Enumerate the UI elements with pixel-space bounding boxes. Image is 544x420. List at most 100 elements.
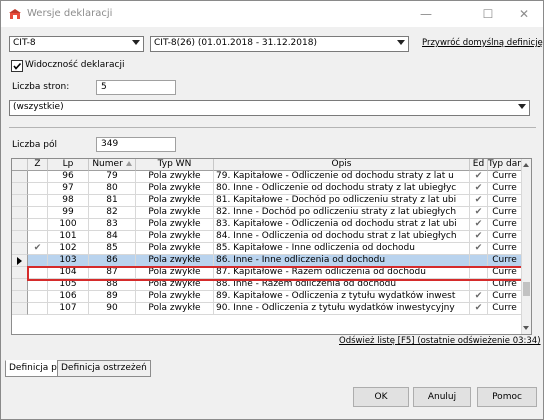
cell-numer: 83	[89, 219, 136, 231]
cell-typ-danych: Curre	[488, 231, 522, 243]
column-header-numer[interactable]: Numer	[89, 159, 136, 171]
fields-grid[interactable]: Z Lp Numer Typ WN Opis Ed Typ dan 96 79 Po…	[11, 158, 532, 335]
pages-count-value: 5	[101, 82, 107, 92]
cell-opis: 83. Kapitałowe - Odliczenia od dochodu s…	[214, 219, 470, 231]
cell-numer: 85	[89, 243, 136, 255]
cell-numer: 81	[89, 195, 136, 207]
cell-typ-wn: Pola zwykłe	[136, 291, 214, 303]
cell-typ-wn: Pola zwykłe	[136, 243, 214, 255]
column-header-numer-label: Numer	[92, 159, 123, 169]
ok-button[interactable]: OK	[353, 387, 409, 407]
row-indicator	[12, 219, 28, 231]
cell-numer: 90	[89, 303, 136, 315]
row-indicator	[12, 183, 28, 195]
selected-row-highlight	[27, 266, 525, 281]
row-indicator	[12, 303, 28, 315]
cell-ed: ✔	[470, 183, 488, 195]
cell-typ-wn: Pola zwykłe	[136, 303, 214, 315]
tab-warning-definition[interactable]: Definicja ostrzeżeń	[57, 360, 151, 377]
chevron-down-icon	[132, 40, 140, 45]
row-indicator	[12, 255, 28, 267]
refresh-list-link[interactable]: Odśwież listę [F5] (ostatnie odświeżenie…	[339, 336, 541, 346]
table-row[interactable]: 98 81 Pola zwykłe 81. Kapitałowe - Dochód p…	[12, 195, 522, 207]
scroll-up-icon[interactable]	[523, 163, 529, 167]
cell-lp: 102	[48, 243, 89, 255]
cell-typ-wn: Pola zwykłe	[136, 207, 214, 219]
cancel-button[interactable]: Anuluj	[413, 387, 471, 407]
table-row[interactable]: ✔ 102 85 Pola zwykłe 85. Kapitałowe - Inne o…	[12, 243, 522, 255]
visibility-checkbox[interactable]	[11, 60, 23, 72]
cell-ed: ✔	[470, 219, 488, 231]
cell-typ-danych: Curre	[488, 219, 522, 231]
maximize-button[interactable]: ☐	[471, 1, 505, 27]
cell-numer: 89	[89, 291, 136, 303]
cell-z	[28, 207, 48, 219]
cell-numer: 79	[89, 171, 136, 183]
pages-count-field[interactable]: 5	[96, 80, 176, 95]
close-button[interactable]: ✕	[507, 1, 541, 27]
table-row[interactable]: 96 79 Pola zwykłe 79. Kapitałowe - Odliczen…	[12, 171, 522, 183]
cell-z	[28, 303, 48, 315]
row-indicator	[12, 279, 28, 291]
table-row[interactable]: 97 80 Pola zwykłe 80. Inne - Odliczenie od …	[12, 183, 522, 195]
cell-typ-wn: Pola zwykłe	[136, 231, 214, 243]
divider	[9, 127, 536, 128]
cell-z	[28, 291, 48, 303]
column-header-z[interactable]: Z	[28, 159, 48, 171]
fields-count-value: 349	[101, 139, 119, 149]
cell-numer: 84	[89, 231, 136, 243]
declaration-type-select[interactable]: CIT-8	[9, 36, 144, 52]
column-header-typ-danych[interactable]: Typ dan	[488, 159, 522, 171]
cell-z	[28, 183, 48, 195]
table-row[interactable]: 101 84 Pola zwykłe 84. Inne - Odliczenia od…	[12, 231, 522, 243]
cell-lp: 98	[48, 195, 89, 207]
minimize-button[interactable]: —	[409, 1, 443, 27]
row-indicator	[12, 195, 28, 207]
cell-typ-wn: Pola zwykłe	[136, 171, 214, 183]
cell-numer: 82	[89, 207, 136, 219]
chevron-down-icon	[397, 40, 405, 45]
cell-typ-danych: Curre	[488, 207, 522, 219]
table-row[interactable]: 106 89 Pola zwykłe 89. Kapitałowe - Odlicze…	[12, 291, 522, 303]
declaration-version-value: CIT-8(26) (01.01.2018 - 31.12.2018)	[154, 38, 317, 48]
current-row-pointer-icon	[17, 257, 22, 265]
row-indicator	[12, 231, 28, 243]
column-header-lp[interactable]: Lp	[48, 159, 89, 171]
checkmark-icon	[13, 62, 22, 70]
table-row[interactable]: 100 83 Pola zwykłe 83. Kapitałowe - Odlicze…	[12, 219, 522, 231]
scroll-down-icon[interactable]	[523, 326, 529, 330]
cell-typ-wn: Pola zwykłe	[136, 219, 214, 231]
cell-ed: ✔	[470, 291, 488, 303]
cell-typ-danych: Curre	[488, 243, 522, 255]
cell-typ-danych: Curre	[488, 195, 522, 207]
pages-label: Liczba stron:	[12, 82, 70, 92]
cell-lp: 100	[48, 219, 89, 231]
cell-typ-danych: Curre	[488, 303, 522, 315]
cell-typ-danych: Curre	[488, 291, 522, 303]
row-indicator	[12, 207, 28, 219]
help-button[interactable]: Pomoc	[477, 387, 537, 407]
column-header-opis[interactable]: Opis	[214, 159, 470, 171]
table-row[interactable]: 107 90 Pola zwykłe 90. Inne - Odliczenia z …	[12, 303, 522, 315]
cell-opis: 89. Kapitałowe - Odliczenia z tytułu wyd…	[214, 291, 470, 303]
cell-opis: 81. Kapitałowe - Dochód po odliczeniu st…	[214, 195, 470, 207]
visibility-label: Widoczność deklaracji	[25, 60, 125, 70]
page-filter-value: (wszystkie)	[13, 102, 64, 112]
cell-z	[28, 171, 48, 183]
scroll-thumb[interactable]	[523, 282, 530, 296]
page-filter-select[interactable]: (wszystkie)	[9, 100, 530, 116]
declaration-version-select[interactable]: CIT-8(26) (01.01.2018 - 31.12.2018)	[150, 36, 409, 52]
cell-numer: 80	[89, 183, 136, 195]
cell-typ-wn: Pola zwykłe	[136, 183, 214, 195]
cell-ed: ✔	[470, 303, 488, 315]
restore-default-link[interactable]: Przywróć domyślną definicję	[422, 38, 543, 48]
row-indicator	[12, 171, 28, 183]
grid-corner	[12, 159, 28, 171]
cell-z	[28, 195, 48, 207]
column-header-ed[interactable]: Ed	[470, 159, 488, 171]
cell-ed: ✔	[470, 231, 488, 243]
column-header-typ-wn[interactable]: Typ WN	[136, 159, 214, 171]
table-row[interactable]: 99 82 Pola zwykłe 82. Inne - Dochód po odli…	[12, 207, 522, 219]
declaration-type-value: CIT-8	[13, 38, 36, 48]
grid-vertical-scrollbar[interactable]	[521, 159, 531, 334]
